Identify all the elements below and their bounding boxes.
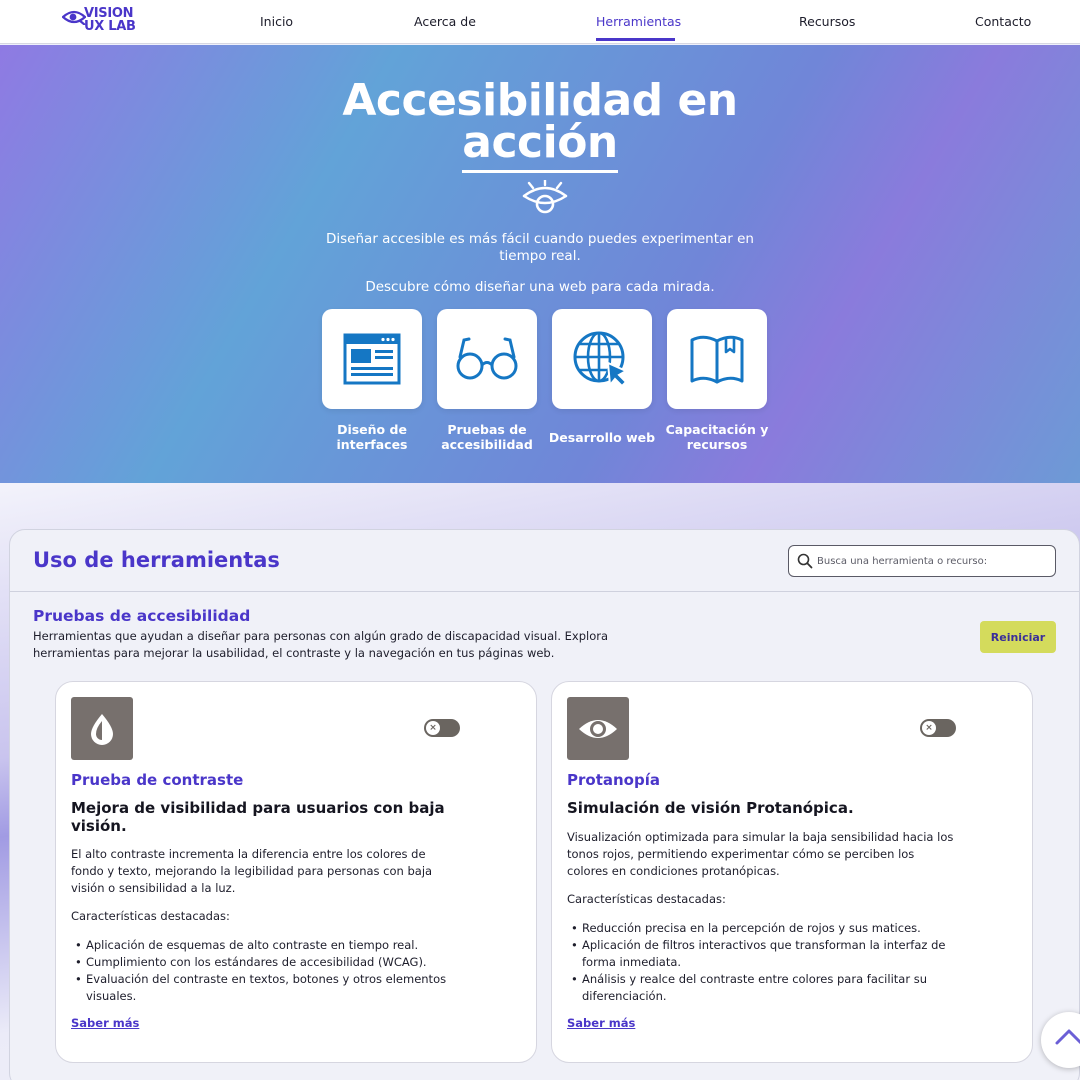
tools-title: Uso de herramientas xyxy=(33,548,280,572)
tool-icon-tile xyxy=(71,697,133,760)
nav-link-recursos[interactable]: Recursos xyxy=(799,14,855,29)
category-label: Capacitación y recursos xyxy=(665,422,769,452)
feature-item: Cumplimiento con los estándares de acces… xyxy=(71,954,471,971)
hero-subtitle: Diseñar accesible es más fácil cuando pu… xyxy=(326,231,754,264)
globe-cursor-icon xyxy=(573,331,629,387)
feature-item: Reducción precisa en la percepción de ro… xyxy=(567,920,967,937)
glasses-icon xyxy=(456,337,518,380)
chevron-up-icon xyxy=(1055,1029,1080,1045)
learn-more-link[interactable]: Saber más xyxy=(71,1016,139,1030)
search-input[interactable] xyxy=(817,552,1047,570)
hero-tagline: Descubre cómo diseñar una web para cada … xyxy=(365,279,715,295)
tool-title: Prueba de contraste xyxy=(71,771,244,789)
hero-eye-icon xyxy=(522,180,568,214)
feature-item: Aplicación de filtros interactivos que t… xyxy=(567,937,967,971)
contrast-toggle[interactable]: × xyxy=(424,719,460,737)
tool-subtitle: Mejora de visibilidad para usuarios con … xyxy=(71,799,445,835)
feature-item: Evaluación del contraste en textos, boto… xyxy=(71,971,471,1005)
hero-banner: Accesibilidad en acción Diseñar accesibl… xyxy=(0,45,1080,483)
feature-item: Aplicación de esquemas de alto contraste… xyxy=(71,937,471,954)
nav-link-contacto[interactable]: Contacto xyxy=(975,14,1031,29)
drop-icon xyxy=(91,713,113,745)
category-capacitacion-recursos[interactable]: Capacitación y recursos xyxy=(666,309,768,453)
category-icon-box xyxy=(437,309,537,409)
feature-item: Análisis y realce del contraste entre co… xyxy=(567,971,967,1005)
hero-subtitle-wrap: Diseñar accesible es más fácil cuando pu… xyxy=(0,231,1080,265)
search-icon xyxy=(797,553,813,569)
tool-description: Visualización optimizada para simular la… xyxy=(567,830,954,878)
section-title: Pruebas de accesibilidad xyxy=(33,607,251,625)
browser-window-icon xyxy=(343,333,401,385)
search-box[interactable] xyxy=(788,545,1056,577)
logo-line2: UX LAB xyxy=(84,19,136,34)
eye-icon xyxy=(579,719,617,738)
panel-divider xyxy=(10,591,1079,592)
category-label: Diseño de interfaces xyxy=(336,422,408,452)
section-description: Herramientas que ayudan a diseñar para p… xyxy=(33,629,609,660)
top-navigation: VISION UX LAB Inicio Acerca de Herramien… xyxy=(0,0,1080,44)
active-nav-indicator xyxy=(596,38,675,41)
nav-link-acerca-de[interactable]: Acerca de xyxy=(414,14,476,29)
protanopia-toggle[interactable]: × xyxy=(920,719,956,737)
category-pruebas-accesibilidad[interactable]: Pruebas de accesibilidad xyxy=(437,309,537,453)
tool-card-contraste: × Prueba de contraste Mejora de visibili… xyxy=(55,681,537,1063)
book-icon xyxy=(690,335,744,384)
category-label: Pruebas de accesibilidad xyxy=(441,422,533,452)
hero-title-line2: acción xyxy=(0,117,1080,173)
category-diseno-interfaces[interactable]: Diseño de interfaces xyxy=(322,309,422,453)
category-desarrollo-web[interactable]: Desarrollo web xyxy=(549,309,655,453)
features-label: Características destacadas: xyxy=(567,892,726,906)
nav-link-inicio[interactable]: Inicio xyxy=(260,14,293,29)
learn-more-link[interactable]: Saber más xyxy=(567,1016,635,1030)
nav-link-herramientas[interactable]: Herramientas xyxy=(596,14,681,29)
features-list: Aplicación de esquemas de alto contraste… xyxy=(71,937,471,1005)
reset-button[interactable]: Reiniciar xyxy=(980,621,1056,653)
toggle-off-icon: × xyxy=(426,721,440,735)
tool-card-protanopia: × Protanopía Simulación de visión Protan… xyxy=(551,681,1033,1063)
features-list: Reducción precisa en la percepción de ro… xyxy=(567,920,967,1005)
category-icon-box xyxy=(667,309,767,409)
category-label: Desarrollo web xyxy=(548,429,656,445)
tool-title: Protanopía xyxy=(567,771,660,789)
hero-title-highlight: acción xyxy=(462,117,618,173)
toggle-off-icon: × xyxy=(922,721,936,735)
tool-icon-tile xyxy=(567,697,629,760)
category-icon-box xyxy=(322,309,422,409)
vision-ux-lab-logo[interactable]: VISION UX LAB xyxy=(62,7,142,37)
logo-eye-icon xyxy=(62,10,86,25)
tool-description: El alto contraste incrementa la diferenc… xyxy=(71,847,433,895)
tools-panel: Uso de herramientas Pruebas de accesibil… xyxy=(9,529,1080,1080)
features-label: Características destacadas: xyxy=(71,909,230,923)
category-icon-box xyxy=(552,309,652,409)
tool-subtitle: Simulación de visión Protanópica. xyxy=(567,799,854,817)
